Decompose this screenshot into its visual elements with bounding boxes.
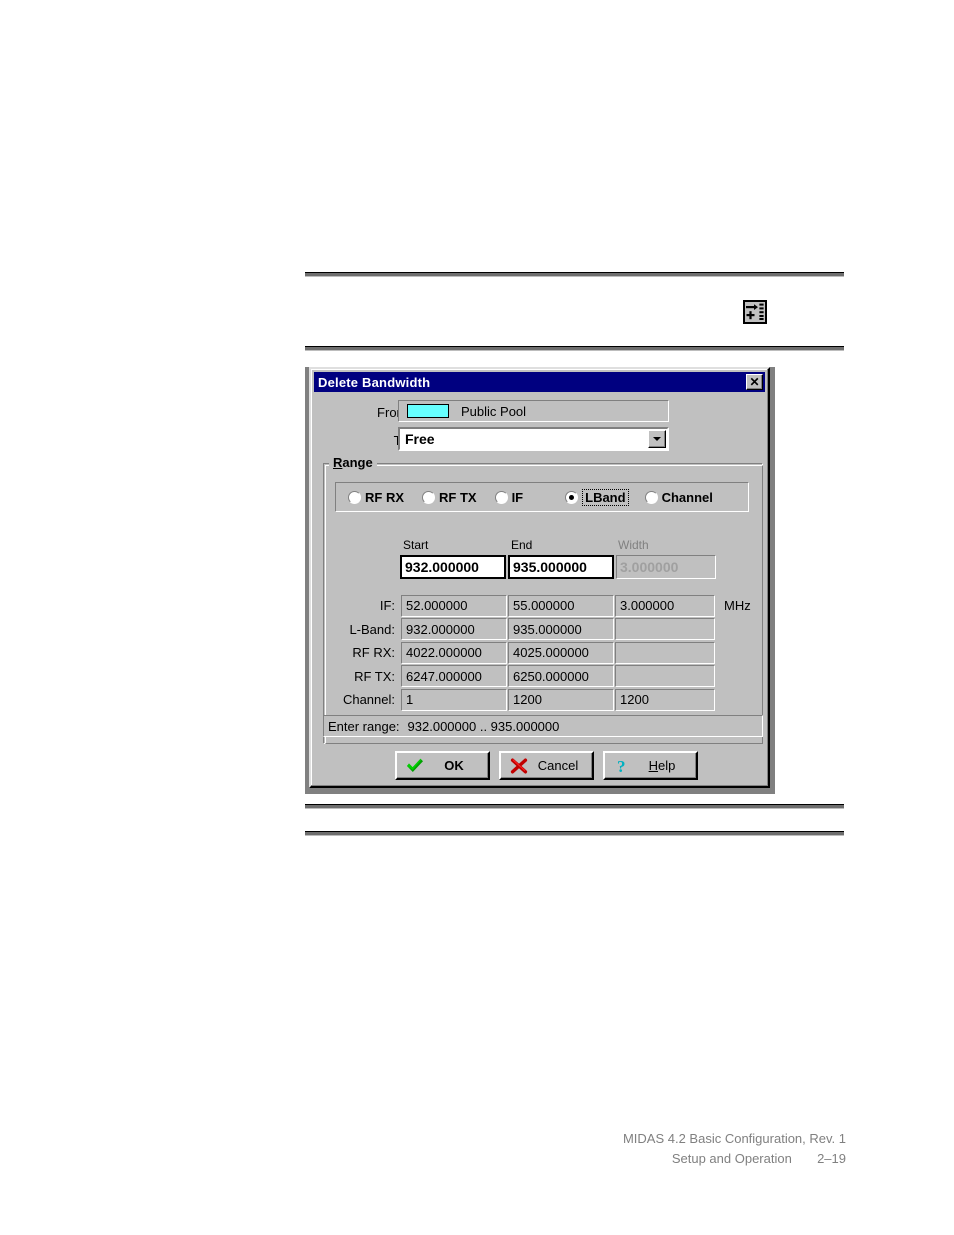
range-mode-radio-group: RF RX RF TX IF LBand Channel <box>335 482 749 512</box>
cell-end: 935.000000 <box>508 618 614 641</box>
cell-start: 52.000000 <box>401 594 507 617</box>
cell-width <box>615 665 715 688</box>
cell-start: 1 <box>401 688 507 711</box>
to-combobox[interactable]: Free <box>398 427 669 451</box>
hint-value: 932.000000 .. 935.000000 <box>407 718 560 734</box>
radio-dot-icon <box>644 490 658 504</box>
hint-label: Enter range: <box>328 718 400 734</box>
cancel-button[interactable]: Cancel <box>499 751 594 780</box>
table-row: RF TX: 6247.000000 6250.000000 <box>323 665 763 689</box>
end-input[interactable]: 935.000000 <box>508 555 614 579</box>
radio-dot-icon <box>565 490 579 504</box>
cell-end: 6250.000000 <box>508 665 614 688</box>
question-icon: ? <box>614 758 632 774</box>
svg-text:?: ? <box>617 758 626 774</box>
ok-button[interactable]: OK <box>395 751 490 780</box>
radio-label: Channel <box>661 489 713 505</box>
radio-label: IF <box>511 489 524 505</box>
radio-rf-tx[interactable]: RF TX <box>422 490 477 505</box>
radio-channel[interactable]: Channel <box>644 489 713 505</box>
cell-start: 932.000000 <box>401 618 507 641</box>
radio-lband[interactable]: LBand <box>565 488 629 506</box>
table-row: L-Band: 932.000000 935.000000 <box>323 618 763 642</box>
cell-width <box>615 618 715 641</box>
page-rule-second <box>305 346 844 351</box>
radio-dot-icon <box>494 490 508 504</box>
row-label: Channel: <box>342 692 395 708</box>
cell-width: 1200 <box>615 688 715 711</box>
footer-line-2: Setup and Operation 2–19 <box>623 1149 846 1169</box>
radio-rf-rx[interactable]: RF RX <box>348 490 404 505</box>
radio-label: RF RX <box>365 489 404 505</box>
dialog-button-bar: OK Cancel ? Help <box>395 751 698 780</box>
help-button-label: Help <box>648 758 676 773</box>
page-footer: MIDAS 4.2 Basic Configuration, Rev. 1 Se… <box>623 1129 846 1169</box>
radio-label: LBand <box>582 488 629 506</box>
chevron-down-icon[interactable] <box>648 430 666 448</box>
cell-start: 6247.000000 <box>401 665 507 688</box>
pool-color-swatch <box>407 404 449 418</box>
delete-bandwidth-dialog: Delete Bandwidth ✕ From: Public Pool To:… <box>309 367 770 788</box>
cell-width <box>615 641 715 664</box>
cell-width: 3.000000 <box>615 594 715 617</box>
row-label: RF TX: <box>354 668 395 684</box>
page-number: 2–19 <box>817 1151 846 1166</box>
band-conversion-grid: IF: 52.000000 55.000000 3.000000 MHz L-B… <box>323 594 763 715</box>
insert-row-icon <box>743 300 767 324</box>
to-selected-value: Free <box>405 431 435 447</box>
column-header-start: Start <box>403 538 429 552</box>
help-button[interactable]: ? Help <box>603 751 698 780</box>
radio-dot-icon <box>422 490 435 504</box>
range-groupbox-label: Range <box>329 455 377 470</box>
page-rule-bottom <box>305 831 844 836</box>
check-icon <box>406 758 424 774</box>
start-input[interactable]: 932.000000 <box>400 555 506 579</box>
radio-label: RF TX <box>439 489 477 505</box>
dialog-titlebar[interactable]: Delete Bandwidth ✕ <box>314 372 765 392</box>
cross-icon <box>510 758 528 774</box>
radio-dot-icon <box>348 490 361 504</box>
table-row: IF: 52.000000 55.000000 3.000000 MHz <box>323 594 763 618</box>
row-label: L-Band: <box>349 621 395 637</box>
row-label: IF: <box>379 598 395 614</box>
cell-start: 4022.000000 <box>401 641 507 664</box>
cancel-button-label: Cancel <box>537 758 579 773</box>
from-value: Public Pool <box>461 403 527 419</box>
dialog-title: Delete Bandwidth <box>318 374 431 390</box>
footer-line-1: MIDAS 4.2 Basic Configuration, Rev. 1 <box>622 1131 846 1146</box>
table-row: Channel: 1 1200 1200 <box>323 688 763 712</box>
from-field: Public Pool <box>398 400 669 422</box>
range-hint-bar: Enter range: 932.000000 .. 935.000000 <box>323 715 763 737</box>
row-label: RF RX: <box>352 645 395 661</box>
radio-if[interactable]: IF <box>494 489 524 505</box>
cell-end: 1200 <box>508 688 614 711</box>
cell-end: 55.000000 <box>508 594 614 617</box>
table-row: RF RX: 4022.000000 4025.000000 <box>323 641 763 665</box>
footer-section: Setup and Operation <box>671 1151 792 1166</box>
page-rule-third <box>305 804 844 809</box>
page-rule-top <box>305 272 844 277</box>
unit-label: MHz <box>724 598 751 614</box>
column-header-width: Width <box>618 538 649 552</box>
close-icon[interactable]: ✕ <box>746 374 763 390</box>
ok-button-label: OK <box>444 758 464 773</box>
cell-end: 4025.000000 <box>508 641 614 664</box>
column-header-end: End <box>511 538 533 552</box>
width-input: 3.000000 <box>616 555 716 579</box>
